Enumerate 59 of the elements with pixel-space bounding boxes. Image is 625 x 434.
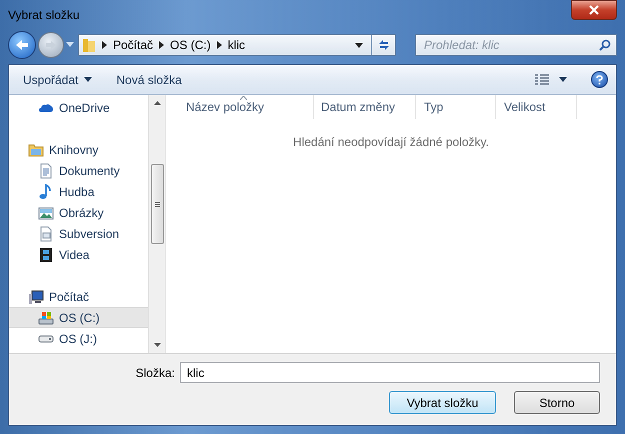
- select-folder-button[interactable]: Vybrat složku: [389, 391, 496, 414]
- cancel-button[interactable]: Storno: [514, 391, 600, 414]
- column-header[interactable]: Typ: [416, 95, 496, 119]
- scroll-thumb[interactable]: [150, 164, 164, 244]
- image-icon: [38, 204, 54, 220]
- arrow-right-icon: [45, 40, 57, 50]
- breadcrumb[interactable]: OS (C:): [170, 36, 211, 54]
- dropdown-arrow-icon[interactable]: [355, 42, 363, 48]
- close-button[interactable]: [571, 0, 617, 20]
- sidebar-item[interactable]: Hudba: [9, 181, 148, 202]
- sidebar-header[interactable]: Knihovny: [9, 139, 148, 160]
- scroll-up-icon[interactable]: [154, 101, 160, 105]
- forward-button[interactable]: [38, 32, 64, 58]
- search-field[interactable]: Prohledat: klic: [415, 34, 617, 56]
- chevron-right-icon[interactable]: [216, 41, 222, 49]
- help-button[interactable]: [591, 71, 608, 88]
- drive-icon: [38, 334, 54, 342]
- sidebar-item[interactable]: OneDrive: [9, 97, 148, 118]
- empty-message: Hledání neodpovídají žádné položky.: [293, 134, 489, 151]
- film-icon: [38, 246, 54, 262]
- column-header[interactable]: Název položky: [166, 95, 314, 119]
- caret-icon: [559, 77, 567, 82]
- sidebar-item[interactable]: Subversion: [9, 223, 148, 244]
- address-bar[interactable]: Počítač OS (C:) klic: [78, 34, 396, 56]
- list-view-icon: [535, 74, 549, 86]
- column-header[interactable]: Velikost: [496, 95, 577, 119]
- arrow-left-icon: [15, 39, 29, 51]
- window-title: Vybrat složku: [8, 7, 80, 24]
- field-label: Složka:: [136, 364, 175, 382]
- back-button[interactable]: [8, 31, 36, 59]
- sidebar-item[interactable]: OS (J:): [9, 328, 148, 349]
- close-icon: [589, 5, 599, 15]
- grip-icon: [154, 202, 160, 206]
- sidebar-header[interactable]: Počítač: [9, 286, 148, 307]
- folder-icon: [82, 37, 96, 53]
- breadcrumb[interactable]: Počítač: [113, 36, 154, 54]
- document-icon: [38, 162, 54, 178]
- breadcrumb[interactable]: klic: [228, 36, 246, 54]
- help-icon: [596, 74, 603, 84]
- sidebar-item[interactable]: OS (C:): [9, 307, 148, 328]
- computer-icon: [28, 288, 44, 304]
- toolbar-button[interactable]: Nová složka: [110, 68, 188, 90]
- folder-input[interactable]: klic: [180, 362, 600, 383]
- music-note-icon: [38, 184, 54, 200]
- search-icon: [599, 39, 611, 51]
- column-header[interactable]: Datum změny: [314, 95, 416, 119]
- scrollbar[interactable]: [148, 95, 165, 353]
- chevron-right-icon[interactable]: [102, 41, 107, 49]
- refresh-icon: [376, 39, 390, 51]
- sidebar-item[interactable]: Dokumenty: [9, 160, 148, 181]
- document-icon: [38, 226, 54, 242]
- folder-icon: [28, 142, 44, 158]
- sidebar-item[interactable]: Videa: [9, 244, 148, 265]
- chevron-right-icon[interactable]: [159, 41, 164, 49]
- caret-icon: [84, 77, 92, 82]
- scroll-down-icon[interactable]: [154, 343, 160, 347]
- sidebar-item[interactable]: Obrázky: [9, 202, 148, 223]
- drive-icon: [38, 310, 54, 326]
- toolbar-button[interactable]: Uspořádat: [17, 68, 98, 90]
